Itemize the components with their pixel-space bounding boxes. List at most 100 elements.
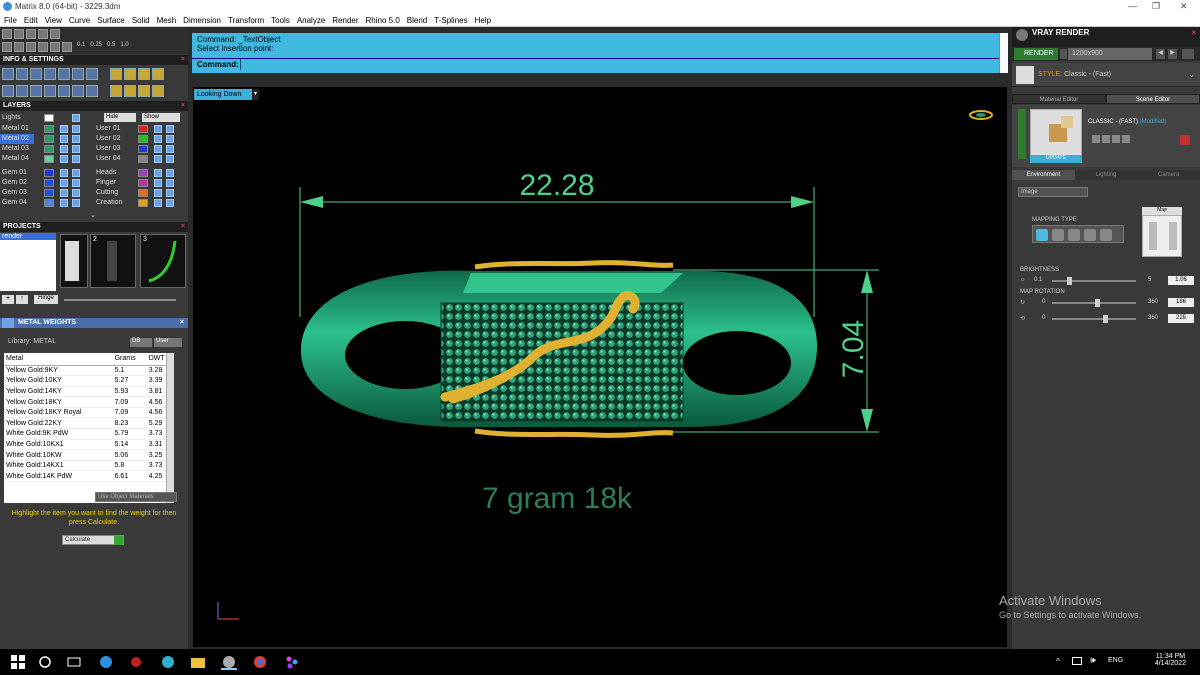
tool-icon[interactable]: [38, 29, 48, 39]
tool-icon[interactable]: [138, 85, 150, 97]
close-icon[interactable]: ×: [181, 55, 185, 65]
search-icon[interactable]: [16, 68, 28, 80]
rotation-value[interactable]: 186: [1168, 298, 1194, 307]
layer-color-swatch[interactable]: [44, 125, 54, 133]
tool-icon[interactable]: [2, 29, 12, 39]
layer-row[interactable]: Metal 04 User 04: [0, 154, 188, 164]
tab-environment[interactable]: Environment: [1012, 170, 1075, 180]
network-icon[interactable]: [1072, 657, 1082, 665]
layer-lock-toggle[interactable]: [60, 145, 68, 153]
db-button[interactable]: DB: [130, 338, 152, 347]
menu-analyze[interactable]: Analyze: [297, 16, 325, 25]
tool-icon[interactable]: [152, 68, 164, 80]
windows-start-icon[interactable]: [10, 654, 26, 670]
layer-visibility-toggle[interactable]: [166, 135, 174, 143]
update-button[interactable]: UPDATE: [1030, 155, 1082, 163]
layer-visibility-toggle[interactable]: [166, 125, 174, 133]
scene-thumb[interactable]: [1030, 109, 1082, 161]
layer-visibility-toggle[interactable]: [166, 169, 174, 177]
expand-arrow-icon[interactable]: [1018, 109, 1026, 159]
layer-lock-toggle[interactable]: [154, 169, 162, 177]
close-icon[interactable]: ×: [180, 318, 184, 328]
brightness-slider[interactable]: ☼ 0.1 5 1.06: [1012, 276, 1200, 286]
layer-color-swatch[interactable]: [138, 189, 148, 197]
layer-toggle[interactable]: [72, 114, 80, 122]
table-row[interactable]: Yellow Gold:18KY 7.09 4.56: [4, 396, 174, 408]
table-row[interactable]: White Gold:14KX1 5.8 3.73: [4, 460, 174, 472]
menu-help[interactable]: Help: [475, 16, 491, 25]
restore-icon[interactable]: ❐: [1152, 1, 1160, 12]
layer-row[interactable]: Gem 02 Finger: [0, 178, 188, 188]
hinge-button[interactable]: Hinge: [34, 295, 58, 304]
mapping-plane-icon[interactable]: [1036, 229, 1048, 241]
app-icon[interactable]: [160, 654, 176, 670]
tool-icon[interactable]: [2, 85, 14, 97]
tool-icon[interactable]: [44, 85, 56, 97]
menu-rhino[interactable]: Rhino 5.0: [366, 16, 400, 25]
map-thumb[interactable]: [1142, 215, 1182, 257]
viewport-top[interactable]: 22.28 7.04 7 gram 18k: [192, 86, 1008, 648]
layer-row[interactable]: Metal 02 User 02: [0, 134, 188, 144]
table-row[interactable]: White Gold:14K PdW 6.61 4.25: [4, 470, 174, 483]
table-row[interactable]: Yellow Gold:14KY 5.93 3.81: [4, 386, 174, 398]
menu-file[interactable]: File: [4, 16, 17, 25]
column-metal[interactable]: Metal: [4, 353, 113, 366]
tool-icon[interactable]: [1102, 135, 1110, 143]
speaker-icon[interactable]: 🕪: [1090, 655, 1096, 666]
layer-color-swatch[interactable]: [138, 169, 148, 177]
tool-icon[interactable]: [110, 85, 122, 97]
tool-icon[interactable]: [1112, 135, 1120, 143]
project-thumb[interactable]: [60, 234, 88, 288]
layer-color-swatch[interactable]: [138, 145, 148, 153]
layer-visibility-toggle[interactable]: [166, 155, 174, 163]
layer-visibility-toggle[interactable]: [72, 179, 80, 187]
layer-lock-toggle[interactable]: [154, 179, 162, 187]
mapping-sphere-icon[interactable]: [1068, 229, 1080, 241]
layer-lock-toggle[interactable]: [60, 189, 68, 197]
layer-lock-toggle[interactable]: [154, 145, 162, 153]
layer-color-swatch[interactable]: [44, 135, 54, 143]
app-icon[interactable]: [128, 654, 144, 670]
layer-row[interactable]: Gem 04 Creation: [0, 198, 188, 208]
snap-value[interactable]: 0.25: [90, 42, 102, 52]
ring-mini-icon[interactable]: [969, 110, 993, 120]
layer-lock-toggle[interactable]: [60, 155, 68, 163]
tool-icon[interactable]: [1122, 135, 1130, 143]
layer-lock-toggle[interactable]: [154, 135, 162, 143]
layer-color-swatch[interactable]: [44, 179, 54, 187]
layer-lock-toggle[interactable]: [154, 189, 162, 197]
layer-lock-toggle[interactable]: [154, 199, 162, 207]
delete-icon[interactable]: [1180, 135, 1190, 145]
table-row[interactable]: Yellow Gold:22KY 8.23 5.29: [4, 417, 174, 430]
info-icon[interactable]: [2, 68, 14, 80]
menu-transform[interactable]: Transform: [228, 16, 264, 25]
close-icon[interactable]: ×: [181, 101, 185, 111]
tab-material-editor[interactable]: Material Editor: [1012, 94, 1106, 104]
add-icon[interactable]: +: [2, 295, 14, 304]
snap-value[interactable]: 1.0: [120, 42, 128, 52]
layer-visibility-toggle[interactable]: [166, 199, 174, 207]
menu-render[interactable]: Render: [332, 16, 358, 25]
layer-color-swatch[interactable]: [44, 114, 54, 122]
grid-icon[interactable]: [62, 42, 72, 52]
layer-row[interactable]: Gem 01 Heads: [0, 168, 188, 178]
tab-camera[interactable]: Camera: [1137, 170, 1200, 180]
projects-slider[interactable]: [64, 299, 176, 301]
tool-icon[interactable]: [14, 29, 24, 39]
close-icon[interactable]: ×: [1191, 27, 1196, 39]
user-button[interactable]: User: [154, 338, 182, 347]
chrome-icon[interactable]: [252, 654, 268, 670]
layer-visibility-toggle[interactable]: [72, 199, 80, 207]
resolution-field[interactable]: 1200x900: [1068, 48, 1152, 60]
menu-dimension[interactable]: Dimension: [183, 16, 221, 25]
environment-type-dropdown[interactable]: Image: [1018, 187, 1088, 197]
rotation-value[interactable]: 225: [1168, 314, 1194, 323]
snap-value[interactable]: 0.1: [77, 42, 85, 52]
layer-visibility-toggle[interactable]: [72, 145, 80, 153]
table-row[interactable]: Yellow Gold:9KY 5.1 3.28: [4, 365, 174, 377]
layer-lock-toggle[interactable]: [60, 169, 68, 177]
grid-icon[interactable]: [2, 42, 12, 52]
prev-icon[interactable]: ◀: [1156, 49, 1165, 59]
next-icon[interactable]: ▶: [1168, 49, 1177, 59]
style-selector[interactable]: STYLE: Classic - (Fast) ⌄: [1012, 63, 1200, 87]
